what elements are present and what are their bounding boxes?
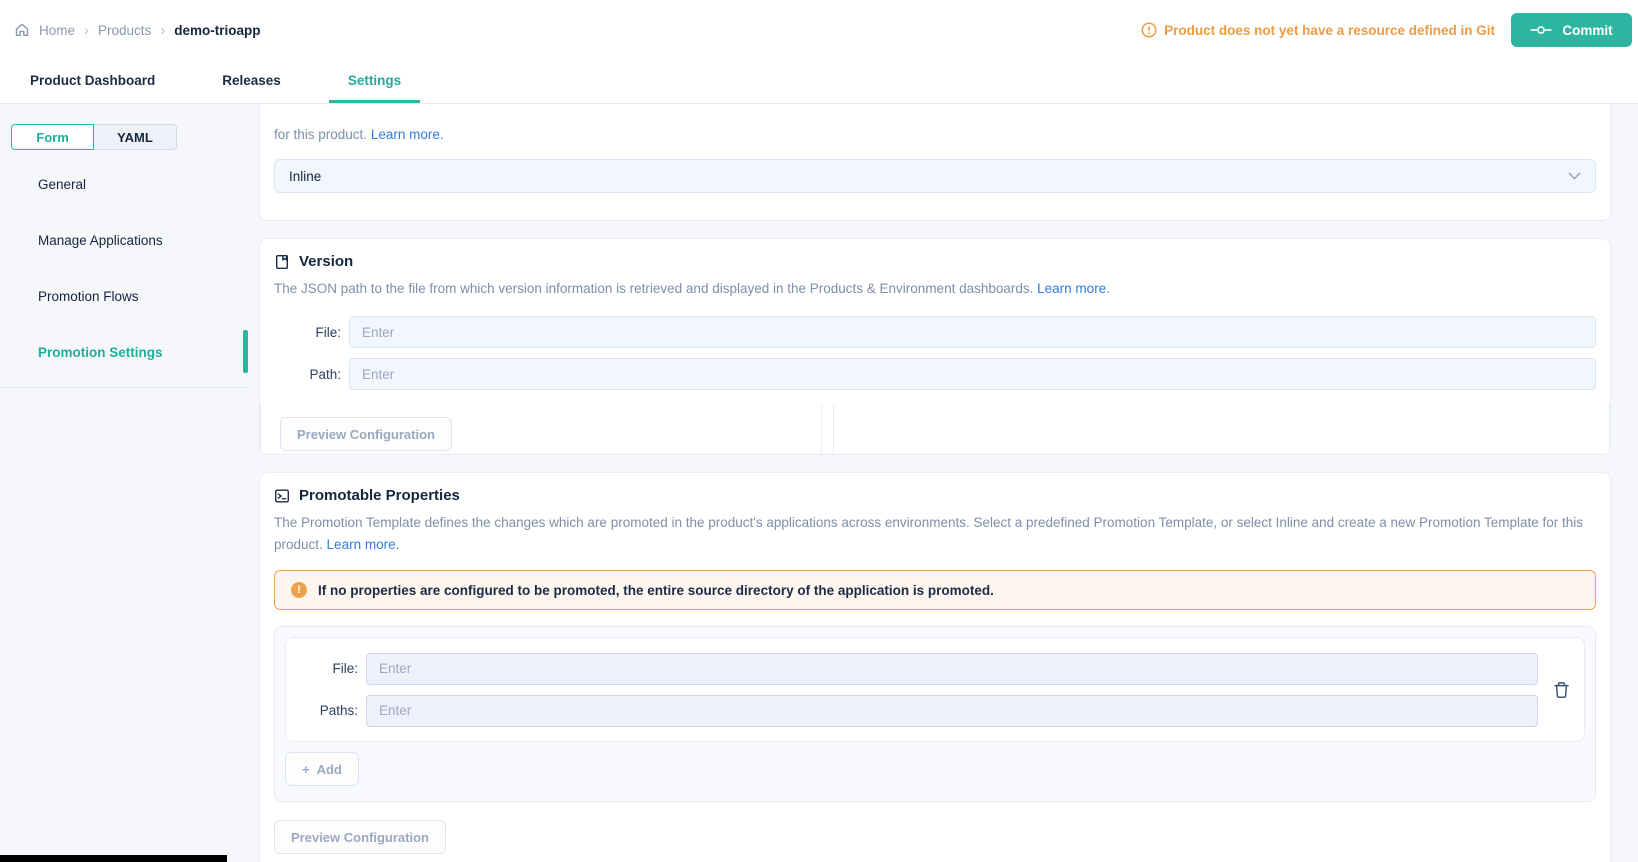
- breadcrumb-separator-icon: ›: [84, 23, 89, 38]
- promotion-template-card: for this product. Learn more. Inline: [259, 104, 1611, 221]
- header-actions: Product does not yet have a resource def…: [1141, 13, 1632, 47]
- version-path-label: Path:: [274, 367, 349, 382]
- property-file-label: File:: [300, 661, 366, 676]
- version-path-row: Path:: [274, 358, 1596, 390]
- breadcrumb-current-product: demo-trioapp: [174, 23, 260, 38]
- template-description-text: for this product.: [274, 127, 367, 142]
- breadcrumb-separator-icon: ›: [160, 23, 165, 38]
- top-header: Home › Products › demo-trioapp Product d…: [0, 0, 1638, 60]
- tab-product-dashboard[interactable]: Product Dashboard: [11, 60, 174, 103]
- promotion-template-select[interactable]: Inline: [274, 159, 1596, 193]
- promotable-warning-text: If no properties are configured to be pr…: [318, 583, 994, 598]
- sidebar-divider: [0, 387, 248, 388]
- version-card-title: Version: [299, 253, 353, 270]
- sidebar-item-promotion-settings[interactable]: Promotion Settings: [0, 324, 248, 380]
- add-property-button[interactable]: + Add: [285, 752, 359, 786]
- promotable-learn-more-link[interactable]: Learn more.: [327, 537, 400, 552]
- tab-releases[interactable]: Releases: [203, 60, 300, 103]
- settings-body: Form YAML General Manage Applications Pr…: [0, 104, 1638, 862]
- chevron-down-icon: [1568, 172, 1581, 180]
- version-preview-configuration-button[interactable]: Preview Configuration: [280, 417, 452, 451]
- breadcrumb: Home › Products › demo-trioapp: [14, 22, 261, 38]
- version-card: Version The JSON path to the file from w…: [259, 238, 1611, 455]
- git-commit-icon: [1530, 24, 1552, 36]
- version-description-text: The JSON path to the file from which ver…: [274, 281, 1033, 296]
- add-button-label: Add: [317, 762, 342, 777]
- sidebar-item-general[interactable]: General: [0, 156, 248, 212]
- form-toggle-button[interactable]: Form: [11, 124, 94, 150]
- taskbar-fragment: [0, 855, 227, 862]
- settings-main-panel: for this product. Learn more. Inline: [259, 104, 1611, 862]
- promotable-preview-configuration-button[interactable]: Preview Configuration: [274, 820, 446, 854]
- property-entry-card: File: Paths:: [285, 637, 1585, 742]
- sidebar-item-promotion-flows[interactable]: Promotion Flows: [0, 268, 248, 324]
- property-file-row: File:: [300, 653, 1538, 685]
- breadcrumb-products[interactable]: Products: [98, 23, 151, 38]
- delete-property-button[interactable]: [1538, 638, 1584, 741]
- version-file-label: File:: [274, 325, 349, 340]
- yaml-toggle-button[interactable]: YAML: [94, 124, 177, 150]
- template-learn-more-link[interactable]: Learn more.: [371, 127, 444, 142]
- property-file-input[interactable]: [366, 653, 1538, 685]
- warning-circle-icon: [1141, 22, 1157, 38]
- version-card-header: Version: [274, 253, 1596, 270]
- promotable-warning-banner: ! If no properties are configured to be …: [274, 570, 1596, 610]
- commit-button-label: Commit: [1562, 23, 1612, 38]
- property-paths-row: Paths:: [300, 695, 1538, 727]
- warning-filled-icon: !: [291, 582, 307, 598]
- settings-sidebar: Form YAML General Manage Applications Pr…: [0, 104, 248, 862]
- tab-settings[interactable]: Settings: [329, 60, 420, 103]
- git-resource-warning: Product does not yet have a resource def…: [1141, 22, 1495, 38]
- version-description: The JSON path to the file from which ver…: [274, 278, 1596, 300]
- property-paths-label: Paths:: [300, 703, 366, 718]
- version-path-input[interactable]: [349, 358, 1596, 390]
- version-preview-output-panel: [833, 404, 1610, 455]
- product-tab-bar: Product Dashboard Releases Settings: [0, 60, 1638, 104]
- selected-template-value: Inline: [289, 169, 321, 184]
- sidebar-menu: General Manage Applications Promotion Fl…: [0, 156, 248, 380]
- version-preview-panel: Preview Configuration: [260, 404, 822, 455]
- template-description: for this product. Learn more.: [274, 124, 1596, 146]
- promotable-description-text: The Promotion Template defines the chang…: [274, 515, 1583, 552]
- app-window: Home › Products › demo-trioapp Product d…: [0, 0, 1638, 862]
- promotable-properties-group: File: Paths:: [274, 626, 1596, 802]
- version-bottom-panels: Preview Configuration: [260, 404, 1610, 455]
- commit-button[interactable]: Commit: [1511, 13, 1632, 47]
- version-document-icon: [274, 254, 290, 270]
- promotable-properties-card: Promotable Properties The Promotion Temp…: [259, 472, 1611, 862]
- active-item-indicator: [243, 330, 248, 373]
- property-paths-input[interactable]: [366, 695, 1538, 727]
- plus-icon: +: [302, 762, 310, 777]
- promotable-card-header: Promotable Properties: [274, 487, 1596, 504]
- git-warning-text: Product does not yet have a resource def…: [1164, 23, 1495, 38]
- breadcrumb-home[interactable]: Home: [39, 23, 75, 38]
- version-file-input[interactable]: [349, 316, 1596, 348]
- property-fields: File: Paths:: [300, 653, 1538, 727]
- terminal-icon: [274, 488, 290, 504]
- promotable-description: The Promotion Template defines the chang…: [274, 512, 1596, 556]
- promotable-card-title: Promotable Properties: [299, 487, 460, 504]
- version-file-row: File:: [274, 316, 1596, 348]
- sidebar-item-manage-applications[interactable]: Manage Applications: [0, 212, 248, 268]
- home-icon[interactable]: [14, 22, 30, 38]
- version-learn-more-link[interactable]: Learn more.: [1037, 281, 1110, 296]
- form-yaml-toggle: Form YAML: [11, 124, 177, 150]
- trash-icon: [1553, 681, 1570, 699]
